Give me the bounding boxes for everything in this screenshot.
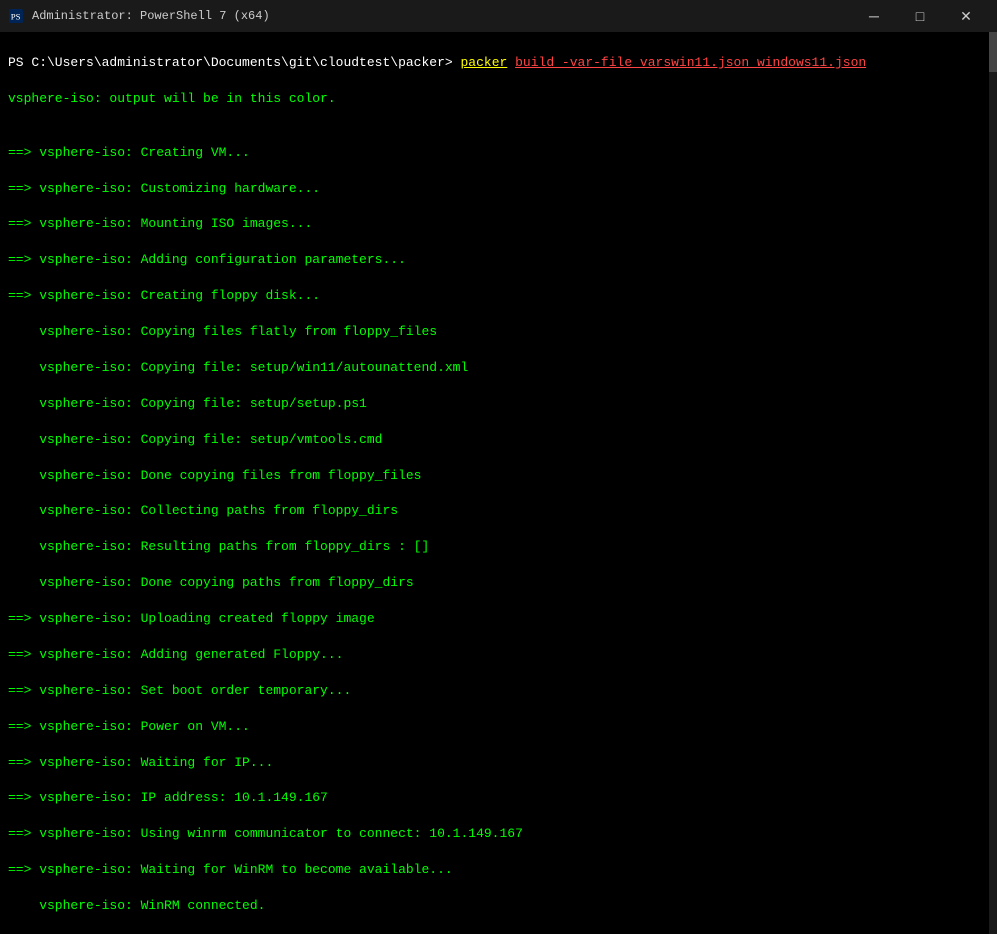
output-line-1: vsphere-iso: output will be in this colo… xyxy=(8,90,989,108)
output-line-22: ==> vsphere-iso: Waiting for WinRM to be… xyxy=(8,861,989,879)
maximize-button[interactable]: □ xyxy=(897,0,943,32)
terminal-output: PS C:\Users\administrator\Documents\git\… xyxy=(0,32,997,934)
output-line-13: vsphere-iso: Resulting paths from floppy… xyxy=(8,538,989,556)
output-line-14: vsphere-iso: Done copying paths from flo… xyxy=(8,574,989,592)
powershell-icon: PS xyxy=(8,8,24,24)
titlebar-left: PS Administrator: PowerShell 7 (x64) xyxy=(8,8,270,24)
cmd-args: build -var-file varswin11.json windows11… xyxy=(515,55,866,70)
output-line-20: ==> vsphere-iso: IP address: 10.1.149.16… xyxy=(8,789,989,807)
output-line-7: vsphere-iso: Copying files flatly from f… xyxy=(8,323,989,341)
prompt-text: PS C:\Users\administrator\Documents\git\… xyxy=(8,55,460,70)
output-line-5: ==> vsphere-iso: Adding configuration pa… xyxy=(8,251,989,269)
output-line-17: ==> vsphere-iso: Set boot order temporar… xyxy=(8,682,989,700)
scrollbar-thumb[interactable] xyxy=(989,32,997,72)
output-line-19: ==> vsphere-iso: Waiting for IP... xyxy=(8,754,989,772)
output-line-3: ==> vsphere-iso: Customizing hardware... xyxy=(8,180,989,198)
svg-text:PS: PS xyxy=(11,12,21,22)
output-line-10: vsphere-iso: Copying file: setup/vmtools… xyxy=(8,431,989,449)
cmd-space xyxy=(507,55,515,70)
output-line-8: vsphere-iso: Copying file: setup/win11/a… xyxy=(8,359,989,377)
output-line-15: ==> vsphere-iso: Uploading created flopp… xyxy=(8,610,989,628)
output-line-4: ==> vsphere-iso: Mounting ISO images... xyxy=(8,215,989,233)
output-line-12: vsphere-iso: Collecting paths from flopp… xyxy=(8,502,989,520)
titlebar-title: Administrator: PowerShell 7 (x64) xyxy=(32,9,270,23)
output-line-23: vsphere-iso: WinRM connected. xyxy=(8,897,989,915)
output-line-6: ==> vsphere-iso: Creating floppy disk... xyxy=(8,287,989,305)
output-line-18: ==> vsphere-iso: Power on VM... xyxy=(8,718,989,736)
prompt-line: PS C:\Users\administrator\Documents\git\… xyxy=(8,54,989,72)
output-line-11: vsphere-iso: Done copying files from flo… xyxy=(8,467,989,485)
titlebar-controls: ─ □ ✕ xyxy=(851,0,989,32)
cmd-packer: packer xyxy=(460,55,507,70)
output-line-9: vsphere-iso: Copying file: setup/setup.p… xyxy=(8,395,989,413)
output-line-21: ==> vsphere-iso: Using winrm communicato… xyxy=(8,825,989,843)
titlebar: PS Administrator: PowerShell 7 (x64) ─ □… xyxy=(0,0,997,32)
scrollbar[interactable] xyxy=(989,32,997,934)
minimize-button[interactable]: ─ xyxy=(851,0,897,32)
output-line-16: ==> vsphere-iso: Adding generated Floppy… xyxy=(8,646,989,664)
output-line-2: ==> vsphere-iso: Creating VM... xyxy=(8,144,989,162)
close-button[interactable]: ✕ xyxy=(943,0,989,32)
